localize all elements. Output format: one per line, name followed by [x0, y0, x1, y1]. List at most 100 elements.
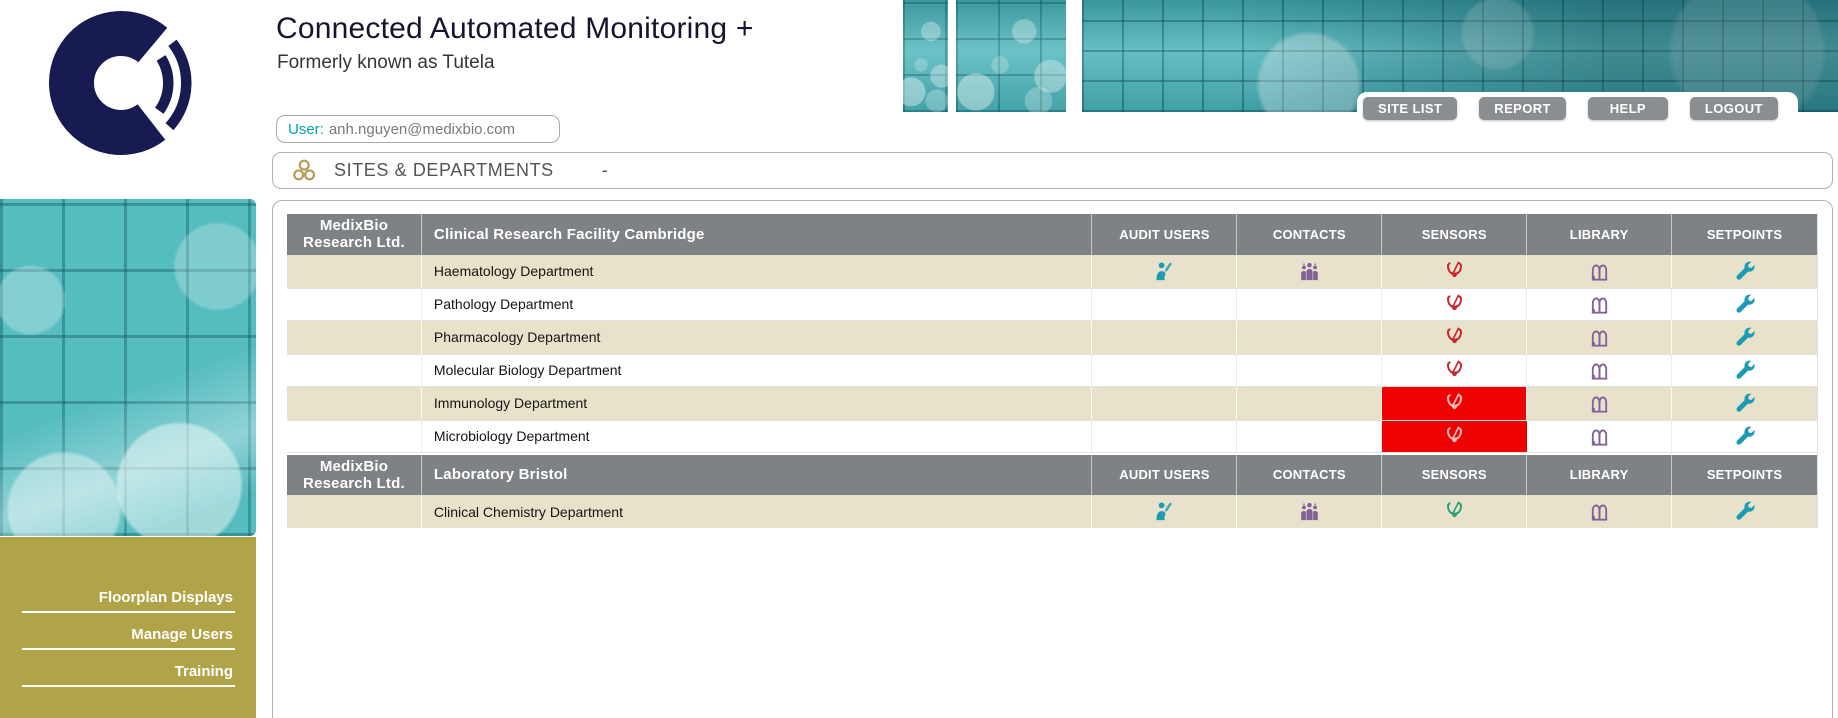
company-spacer-cell [287, 421, 422, 452]
sensor-icon[interactable] [1443, 326, 1466, 349]
help-button[interactable]: HELP [1588, 97, 1668, 120]
setpoints-cell[interactable] [1672, 321, 1817, 354]
user-email: anh.nguyen@medixbio.com [329, 121, 515, 138]
department-name: Haematology Department [422, 255, 1093, 288]
section-title: SITES & DEPARTMENTS [334, 160, 554, 181]
setpoints-wrench-icon[interactable] [1733, 359, 1756, 382]
setpoints-cell[interactable] [1672, 289, 1817, 320]
audit-users-cell [1092, 387, 1237, 420]
sidebar-item-manage-users[interactable]: Manage Users [22, 626, 235, 650]
site-group-header: MedixBio Research Ltd.Laboratory Bristol… [287, 453, 1817, 496]
library-cell[interactable] [1527, 255, 1672, 288]
sensors-cell[interactable] [1382, 495, 1527, 528]
audit-users-cell [1092, 355, 1237, 386]
app-window: Connected Automated Monitoring + Formerl… [0, 0, 1838, 718]
setpoints-wrench-icon[interactable] [1733, 500, 1756, 523]
cluster-icon [291, 158, 317, 184]
column-header-setpoints: SETPOINTS [1672, 214, 1817, 255]
sensor-alarm-icon[interactable] [1443, 425, 1466, 448]
table-row: Clinical Chemistry Department [287, 495, 1817, 528]
setpoints-cell[interactable] [1672, 355, 1817, 386]
audit-user-icon[interactable] [1153, 500, 1176, 523]
sensor-icon[interactable] [1443, 359, 1466, 382]
sensor-icon[interactable] [1443, 500, 1466, 523]
sidebar-menu: Floorplan Displays Manage Users Training [0, 537, 256, 718]
library-cell[interactable] [1527, 289, 1672, 320]
department-name: Microbiology Department [422, 421, 1093, 452]
library-icon[interactable] [1588, 326, 1611, 349]
sensors-cell[interactable] [1382, 387, 1527, 420]
library-cell[interactable] [1527, 321, 1672, 354]
audit-users-cell[interactable] [1092, 495, 1237, 528]
column-header-setpoints: SETPOINTS [1672, 455, 1817, 496]
contacts-cell [1237, 289, 1382, 320]
site-name-cell: Clinical Research Facility Cambridge [422, 214, 1093, 255]
library-icon[interactable] [1588, 293, 1611, 316]
report-button[interactable]: REPORT [1479, 97, 1566, 120]
nav-buttons: SITE LIST REPORT HELP LOGOUT [1363, 97, 1778, 120]
sidebar-item-training[interactable]: Training [22, 663, 235, 687]
setpoints-cell[interactable] [1672, 255, 1817, 288]
contacts-cell [1237, 421, 1382, 452]
audit-user-icon[interactable] [1153, 260, 1176, 283]
banner-art-small [903, 0, 948, 112]
sensor-icon[interactable] [1443, 293, 1466, 316]
column-header-sensors: SENSORS [1382, 214, 1527, 255]
contacts-cell [1237, 387, 1382, 420]
setpoints-wrench-icon[interactable] [1733, 260, 1756, 283]
department-name: Clinical Chemistry Department [422, 495, 1093, 528]
sensors-cell[interactable] [1382, 255, 1527, 288]
table-row: Haematology Department [287, 255, 1817, 288]
sensor-icon[interactable] [1443, 260, 1466, 283]
company-spacer-cell [287, 495, 422, 528]
site-name-cell: Laboratory Bristol [422, 455, 1093, 496]
company-spacer-cell [287, 321, 422, 354]
sensors-cell[interactable] [1382, 421, 1527, 452]
company-spacer-cell [287, 255, 422, 288]
collapse-indicator[interactable]: - [602, 160, 608, 181]
library-icon[interactable] [1588, 425, 1611, 448]
site-list-button[interactable]: SITE LIST [1363, 97, 1457, 120]
column-header-contacts: CONTACTS [1237, 455, 1382, 496]
library-icon[interactable] [1588, 359, 1611, 382]
sensors-cell[interactable] [1382, 355, 1527, 386]
table-row: Pharmacology Department [287, 321, 1817, 354]
sidebar-item-floorplan-displays[interactable]: Floorplan Displays [22, 589, 235, 613]
library-cell[interactable] [1527, 355, 1672, 386]
sites-departments-bar[interactable]: SITES & DEPARTMENTS - [272, 152, 1833, 189]
contacts-icon[interactable] [1298, 260, 1321, 283]
setpoints-wrench-icon[interactable] [1733, 425, 1756, 448]
contacts-cell[interactable] [1237, 255, 1382, 288]
company-spacer-cell [287, 387, 422, 420]
sensors-cell[interactable] [1382, 289, 1527, 320]
page-title: Connected Automated Monitoring + [276, 12, 754, 46]
contacts-cell[interactable] [1237, 495, 1382, 528]
department-name: Pharmacology Department [422, 321, 1093, 354]
setpoints-cell[interactable] [1672, 421, 1817, 452]
setpoints-cell[interactable] [1672, 387, 1817, 420]
library-icon[interactable] [1588, 500, 1611, 523]
logout-button[interactable]: LOGOUT [1690, 97, 1778, 120]
table-row: Immunology Department [287, 387, 1817, 420]
library-icon[interactable] [1588, 392, 1611, 415]
library-cell[interactable] [1527, 387, 1672, 420]
setpoints-wrench-icon[interactable] [1733, 326, 1756, 349]
contacts-icon[interactable] [1298, 500, 1321, 523]
audit-users-cell [1092, 321, 1237, 354]
table-row: Microbiology Department [287, 420, 1817, 453]
app-logo [46, 2, 196, 164]
table-row: Molecular Biology Department [287, 354, 1817, 387]
setpoints-wrench-icon[interactable] [1733, 293, 1756, 316]
setpoints-wrench-icon[interactable] [1733, 392, 1756, 415]
column-header-library: LIBRARY [1527, 455, 1672, 496]
sensors-cell[interactable] [1382, 321, 1527, 354]
contacts-cell [1237, 355, 1382, 386]
library-icon[interactable] [1588, 260, 1611, 283]
library-cell[interactable] [1527, 421, 1672, 452]
audit-users-cell[interactable] [1092, 255, 1237, 288]
sensor-alarm-icon[interactable] [1443, 392, 1466, 415]
library-cell[interactable] [1527, 495, 1672, 528]
page-subtitle: Formerly known as Tutela [277, 52, 495, 74]
department-name: Molecular Biology Department [422, 355, 1093, 386]
setpoints-cell[interactable] [1672, 495, 1817, 528]
